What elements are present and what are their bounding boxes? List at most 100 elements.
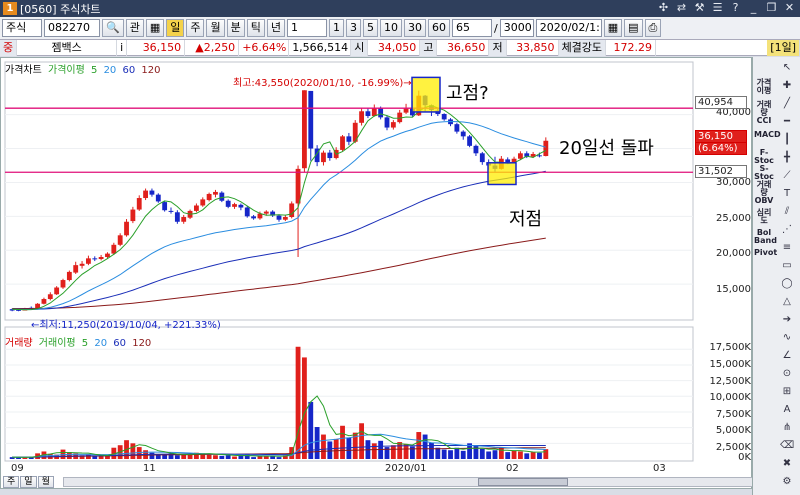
volume-bar: [257, 456, 263, 459]
vol-tick-5000: 5,000K: [715, 425, 751, 436]
interval-3-button[interactable]: 3: [345, 19, 361, 37]
minimize-icon[interactable]: _: [747, 1, 760, 14]
interval-5-button[interactable]: 5: [362, 19, 378, 37]
fibo-tool-icon[interactable]: ≡: [780, 241, 794, 255]
price-legend: 가격차트 가격이평 5 20 60 120: [5, 61, 164, 76]
total-count-input[interactable]: 3000: [499, 19, 534, 37]
menu-icon[interactable]: ☰: [711, 1, 724, 14]
tool-obv[interactable]: OBV: [754, 197, 774, 205]
period-tick-button[interactable]: 틱: [246, 19, 265, 37]
volume-legend: 거래량 거래이평 5 20 60 120: [5, 334, 154, 349]
display-count-input[interactable]: 65: [451, 19, 492, 37]
curve-tool-icon[interactable]: ∿: [780, 331, 794, 345]
period-minute-button[interactable]: 분: [226, 19, 245, 37]
tab-month[interactable]: 월: [37, 476, 54, 488]
fan-tool-icon[interactable]: ⋰: [780, 223, 794, 237]
print-icon[interactable]: ⎙: [644, 19, 662, 37]
tool-volume[interactable]: 거래량: [754, 101, 774, 117]
candle-body: [321, 152, 326, 163]
stock-code-input[interactable]: 082270: [44, 19, 100, 37]
tool-bollinger[interactable]: Bol Band: [754, 229, 777, 245]
chart-window: 1 [0560] 주식차트 ✣ ⇄ ⚒ ☰ ? _ ❐ ✕ 주식 082270 …: [0, 0, 800, 495]
interval-10-button[interactable]: 10: [379, 19, 402, 37]
arrow-tool-icon[interactable]: ➔: [780, 313, 794, 327]
period-month-button[interactable]: 월: [206, 19, 225, 37]
text-tool-icon[interactable]: T: [780, 187, 794, 201]
circle-tool-icon[interactable]: ◯: [780, 277, 794, 291]
swap-icon[interactable]: ⇄: [675, 1, 688, 14]
chart-area[interactable]: 가격차트 가격이평 5 20 60 120 거래량 거래이평 5 20 60 1…: [0, 57, 753, 489]
lookup-button[interactable]: 관: [125, 19, 144, 37]
period-count-select[interactable]: 1: [286, 19, 327, 37]
magnet-tool-icon[interactable]: ⋔: [780, 421, 794, 435]
scrollbar-thumb[interactable]: [478, 478, 568, 486]
support-tag: 31,502: [695, 165, 747, 178]
pin-icon[interactable]: ✣: [657, 1, 670, 14]
grid-icon[interactable]: ▤: [624, 19, 643, 37]
auto-tool-icon[interactable]: A: [780, 403, 794, 417]
interval-1-button[interactable]: 1: [328, 19, 344, 37]
candle-body: [359, 111, 365, 123]
candle-body: [143, 190, 149, 199]
cycle-tool-icon[interactable]: ⊙: [780, 367, 794, 381]
calendar-icon[interactable]: ▦: [603, 19, 623, 37]
crosshair-icon[interactable]: ✚: [780, 79, 794, 93]
tool-slow-stoch[interactable]: S-Stoc: [754, 165, 774, 181]
candle-body: [390, 122, 396, 128]
tool-volume2[interactable]: 거래량: [754, 181, 774, 197]
interval-30-button[interactable]: 30: [403, 19, 426, 37]
volume-bar: [479, 448, 485, 459]
eraser-tool-icon[interactable]: ⌫: [780, 439, 794, 453]
delete-tool-icon[interactable]: ✖: [780, 457, 794, 471]
tool-cci[interactable]: CCI: [754, 117, 774, 125]
tab-day[interactable]: 일: [20, 476, 37, 488]
tool-price-ma[interactable]: 가격이평: [754, 79, 774, 95]
peak-annotation: 고점?: [446, 83, 489, 104]
help-icon[interactable]: ?: [729, 1, 742, 14]
period-week-button[interactable]: 주: [186, 19, 205, 37]
tool-fast-stoch[interactable]: F-Stoc: [754, 149, 774, 165]
volume-bar: [225, 455, 231, 459]
period-day-button[interactable]: 일: [166, 19, 185, 37]
x-label-dec: 12: [266, 463, 279, 474]
chart-icon[interactable]: ▦: [145, 19, 165, 37]
tool-macd[interactable]: MACD: [754, 131, 781, 139]
triangle-tool-icon[interactable]: △: [780, 295, 794, 309]
volume-bar: [460, 450, 466, 459]
ruler-tool-icon[interactable]: ⊞: [780, 385, 794, 399]
market-tag: 중: [0, 39, 18, 56]
tool-psychology[interactable]: 심리도: [754, 209, 774, 225]
cross-tool-icon[interactable]: ╋: [780, 151, 794, 165]
rect-tool-icon[interactable]: ▭: [780, 259, 794, 273]
line-tool-icon[interactable]: ╱: [780, 97, 794, 111]
hline-tool-icon[interactable]: ━: [780, 115, 794, 129]
wrench-icon[interactable]: ⚒: [693, 1, 706, 14]
interval-60-button[interactable]: 60: [427, 19, 450, 37]
candle-body: [73, 265, 79, 273]
angle-tool-icon[interactable]: ∠: [780, 349, 794, 363]
restore-icon[interactable]: ❐: [765, 1, 778, 14]
candle-body: [92, 258, 98, 260]
tab-week[interactable]: 주: [3, 476, 20, 488]
cursor-icon[interactable]: ↖: [780, 61, 794, 75]
tool-pivot[interactable]: Pivot: [754, 249, 777, 257]
trend-tool-icon[interactable]: ⟋: [780, 169, 794, 183]
vol-tick-17500: 17,500K: [709, 342, 751, 353]
date-input[interactable]: 2020/02/1:: [535, 19, 602, 37]
candle-body: [301, 90, 307, 169]
close-icon[interactable]: ✕: [783, 1, 796, 14]
channel-tool-icon[interactable]: ⫽: [780, 205, 794, 219]
period-year-button[interactable]: 년: [266, 19, 285, 37]
volume-bar: [505, 452, 511, 459]
search-icon[interactable]: 🔍: [102, 19, 124, 37]
volume-bar: [390, 445, 396, 459]
volume-bar: [251, 457, 257, 459]
info-icon[interactable]: i: [117, 39, 128, 56]
market-select[interactable]: 주식: [2, 19, 42, 37]
horizontal-scrollbar[interactable]: [63, 477, 753, 487]
candle-body: [346, 136, 352, 142]
settings-tool-icon[interactable]: ⚙: [780, 475, 794, 489]
vline-tool-icon[interactable]: ┃: [780, 133, 794, 147]
low-price: 33,850: [507, 39, 559, 56]
price-change: ▲2,250: [185, 39, 240, 56]
